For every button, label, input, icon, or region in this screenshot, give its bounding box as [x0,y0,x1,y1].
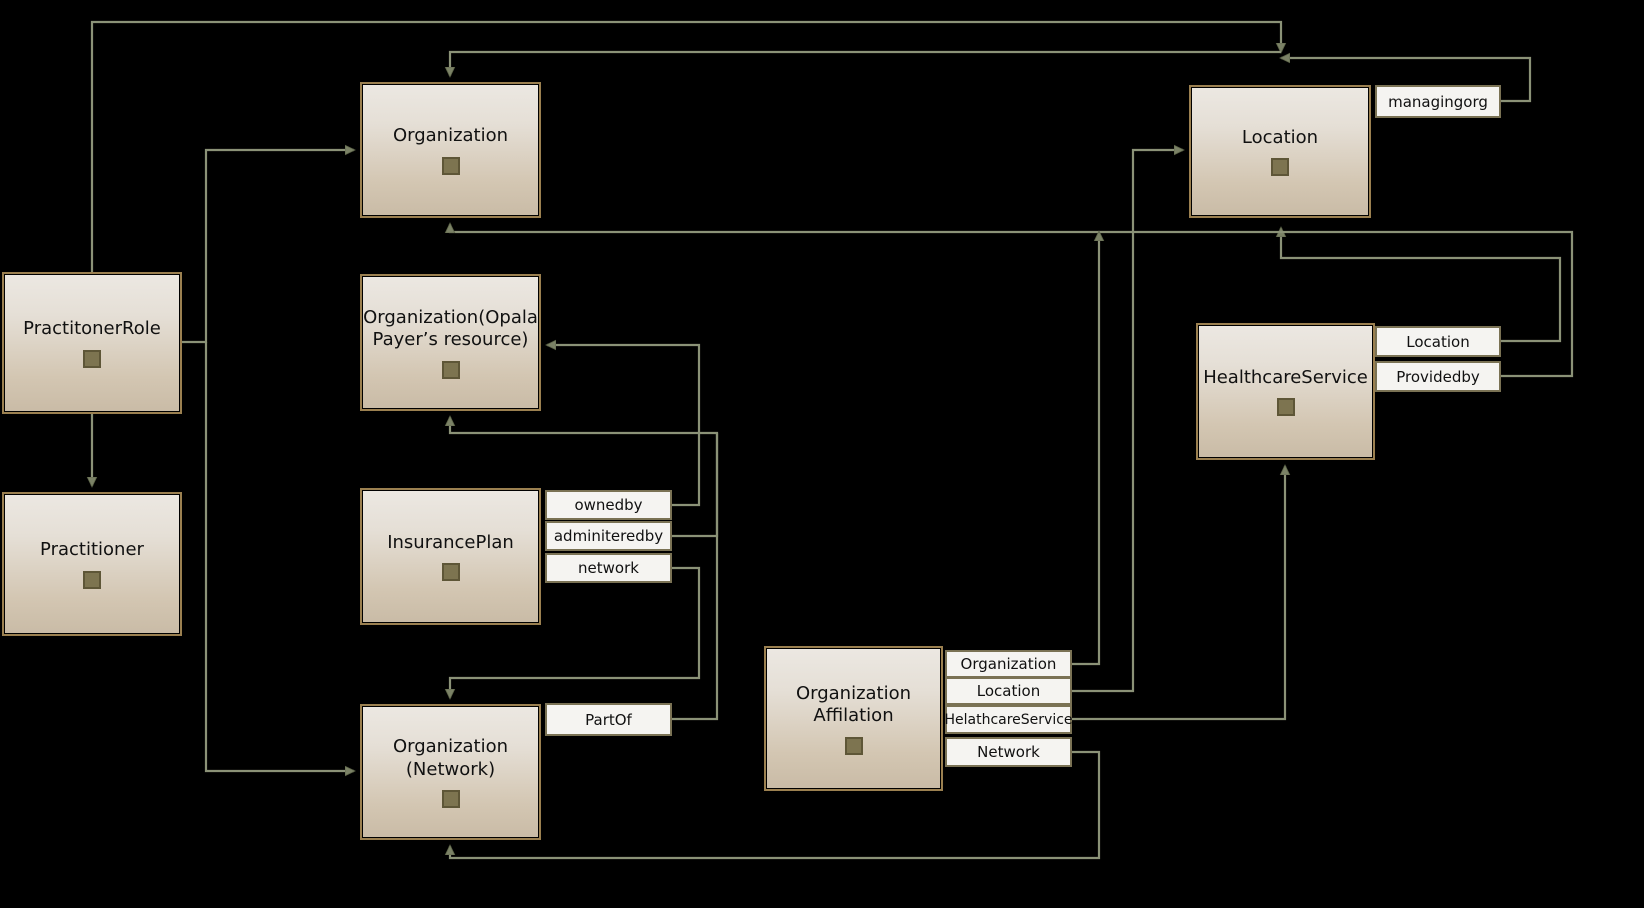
diagram-canvas: PractitonerRole Practitioner Organization O… [0,0,1644,908]
resource-handle-icon [441,790,460,808]
resource-handle-icon [441,360,460,379]
edge-oa-organization-to-organization [1072,232,1099,666]
edge-organization-opala-from-ownedby [547,345,701,507]
node-location[interactable]: Location [1189,85,1371,218]
attribute-oa-location[interactable]: Location [945,677,1072,705]
resource-handle-icon [1276,398,1295,417]
resource-handle-icon [83,570,101,589]
edge-practitionerrole-organization [182,150,354,344]
node-label: Organization(Opala Payer’s resource) [363,306,538,351]
node-practitioner-role[interactable]: PractitonerRole [2,272,182,414]
attribute-oa-organization[interactable]: Organization [945,650,1072,678]
node-label: Organization (Network) [392,736,509,780]
edge-practitionerrole-organization-top [90,20,1281,272]
node-label: Organization [392,125,509,147]
node-label: Practitioner [40,539,144,561]
attribute-ip-ownedby[interactable]: ownedby [545,490,672,520]
node-label: HealthcareService [1203,366,1368,388]
node-organization-network[interactable]: Organization (Network) [360,704,541,840]
resource-handle-icon [441,563,460,582]
node-label: InsurancePlan [387,531,514,553]
edge-oa-location-to-location [1072,150,1183,693]
node-insurance-plan[interactable]: InsurancePlan [360,488,541,625]
node-label: Location [1241,126,1319,148]
resource-handle-icon [83,349,101,368]
attribute-ip-adminiteredby[interactable]: adminiteredby [545,521,672,551]
attribute-managingorg[interactable]: managingorg [1375,85,1501,118]
node-organization-opala[interactable]: Organization(Opala Payer’s resource) [360,274,541,411]
node-organization-affilation[interactable]: Organization Affilation [764,646,943,791]
node-healthcare-service[interactable]: HealthcareService [1196,323,1375,460]
node-label: PractitonerRole [23,318,161,340]
attribute-oa-healthcareservice[interactable]: HelathcareService [944,705,1073,734]
attribute-hcs-providedby[interactable]: Providedby [1375,361,1501,392]
resource-handle-icon [441,156,460,175]
node-label: Organization Affilation [795,682,912,727]
resource-handle-icon [1271,158,1289,177]
edge-practitionerrole-organization-network [204,342,354,771]
attribute-ip-network[interactable]: network [545,553,672,583]
edge-oa-hcs-to-healthcareservice [1072,466,1285,721]
attribute-hcs-location[interactable]: Location [1375,326,1501,357]
node-practitioner[interactable]: Practitioner [2,492,182,636]
edge-partof-to-organization-opala [672,433,719,721]
attribute-oa-network[interactable]: Network [945,737,1072,767]
edge-location-organization-top [450,50,1281,76]
node-organization[interactable]: Organization [360,82,541,218]
attribute-on-partof[interactable]: PartOf [545,703,672,736]
resource-handle-icon [844,736,863,755]
